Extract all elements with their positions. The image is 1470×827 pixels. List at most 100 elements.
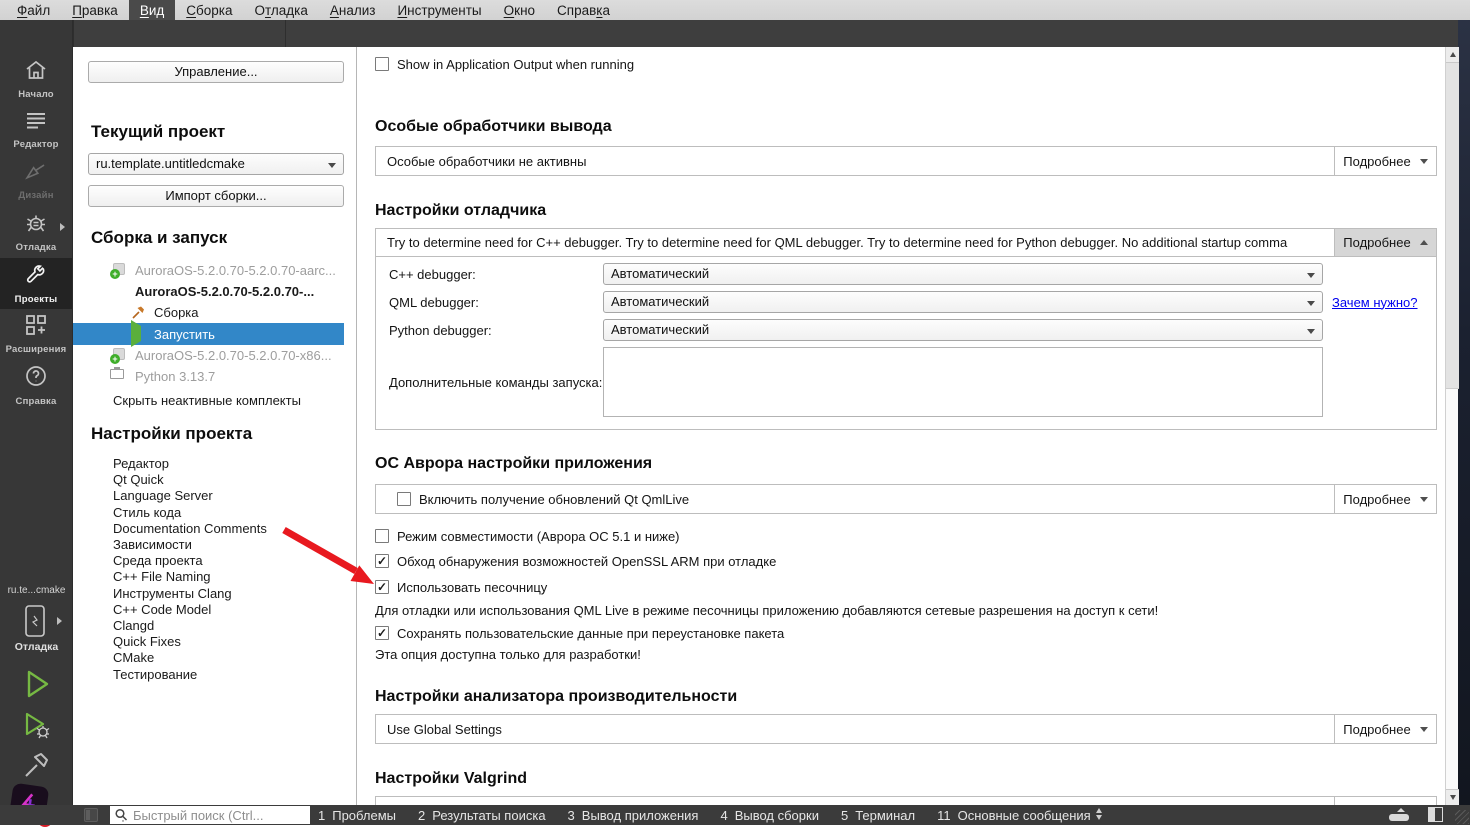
build-button[interactable] <box>20 748 54 784</box>
show-in-app-output-checkbox[interactable]: Show in Application Output when running <box>375 55 1437 73</box>
settings-item-quick-fixes[interactable]: Quick Fixes <box>113 634 356 650</box>
progress-bar-icon <box>1389 814 1409 821</box>
mode-extensions[interactable]: Расширения <box>0 309 72 360</box>
hammer-icon <box>22 752 52 780</box>
mode-label: Отладка <box>16 242 57 253</box>
toggle-sidebar-icon[interactable] <box>84 808 98 822</box>
settings-item-qtquick[interactable]: Qt Quick <box>113 472 356 488</box>
details-button[interactable]: Подробнее <box>1334 485 1436 513</box>
settings-item-code-model[interactable]: C++ Code Model <box>113 602 356 618</box>
output-pane-toggle-icon[interactable] <box>1428 807 1443 822</box>
python-debugger-combo[interactable]: Автоматический <box>603 319 1323 341</box>
chevron-right-icon[interactable] <box>60 223 65 231</box>
locator-search-box[interactable] <box>110 806 310 824</box>
qml-debugger-label: QML debugger: <box>376 295 603 310</box>
chevron-up-icon <box>1420 240 1428 245</box>
mode-welcome[interactable]: Начало <box>0 54 72 105</box>
search-icon <box>114 808 128 822</box>
pane-search-results[interactable]: 2Результаты поиска <box>418 808 546 823</box>
pane-general-messages[interactable]: 11Основные сообщения <box>937 808 1091 823</box>
menu-debug[interactable]: Отладка <box>243 0 318 20</box>
settings-item-testing[interactable]: Тестирование <box>113 667 356 683</box>
kit-build-item[interactable]: Сборка <box>73 302 356 323</box>
kit-run-item[interactable]: Запустить <box>73 323 344 345</box>
kit-row-active[interactable]: AuroraOS-5.2.0.70-5.2.0.70-... <box>73 281 356 302</box>
project-combo[interactable]: ru.template.untitledcmake <box>88 153 344 175</box>
why-needed-link[interactable]: Зачем нужно? <box>1332 295 1418 310</box>
mode-label: Начало <box>18 89 54 100</box>
manage-kits-button[interactable]: Управление... <box>88 61 344 83</box>
openssl-bypass-checkbox[interactable]: Обход обнаружения возможностей OpenSSL A… <box>375 552 1437 570</box>
pane-problems[interactable]: 1Проблемы <box>318 808 396 823</box>
keep-user-data-checkbox[interactable]: Сохранять пользовательские данные при пе… <box>375 624 1437 642</box>
compat-mode-checkbox[interactable]: Режим совместимости (Аврора ОС 5.1 и ниж… <box>375 527 1437 545</box>
hide-inactive-kits-link[interactable]: Скрыть неактивные комплекты <box>113 393 356 408</box>
settings-item-dependencies[interactable]: Зависимости <box>113 537 356 553</box>
mode-debug[interactable]: Отладка <box>0 207 72 258</box>
menu-edit[interactable]: Правка <box>61 0 129 20</box>
scrollbar-thumb[interactable] <box>1446 63 1459 389</box>
settings-item-clang-tools[interactable]: Инструменты Clang <box>113 586 356 602</box>
pane-application-output[interactable]: 3Вывод приложения <box>568 808 699 823</box>
toolbar-strip <box>0 20 1470 47</box>
vertical-scrollbar[interactable] <box>1445 47 1458 805</box>
checkbox-icon[interactable] <box>375 57 389 71</box>
settings-item-environment[interactable]: Среда проекта <box>113 553 356 569</box>
menu-help[interactable]: Справка <box>546 0 621 20</box>
menu-file[interactable]: Файл <box>6 0 61 20</box>
pane-compile-output[interactable]: 4Вывод сборки <box>720 808 819 823</box>
startup-commands-row: Дополнительные команды запуска: <box>376 347 1436 417</box>
settings-item-clangd[interactable]: Clangd <box>113 618 356 634</box>
checkbox-icon[interactable] <box>375 626 389 640</box>
details-button[interactable] <box>1334 797 1436 805</box>
chevron-right-icon[interactable] <box>57 617 62 625</box>
kit-row-aarch[interactable]: + AuroraOS-5.2.0.70-5.2.0.70-aarc... <box>73 260 356 281</box>
triangle-up-icon <box>1397 808 1405 812</box>
checkbox-label: Show in Application Output when running <box>397 57 634 72</box>
debugger-settings-title: Настройки отладчика <box>375 202 1437 220</box>
scroll-down-button[interactable] <box>1446 789 1459 805</box>
pane-terminal[interactable]: 5Терминал <box>841 808 915 823</box>
wrench-icon <box>23 262 49 291</box>
menu-window[interactable]: Окно <box>493 0 546 20</box>
settings-item-code-style[interactable]: Стиль кода <box>113 505 356 521</box>
menu-view[interactable]: Вид <box>129 0 175 20</box>
cpp-debugger-combo[interactable]: Автоматический <box>603 263 1323 285</box>
settings-item-cmake[interactable]: CMake <box>113 650 356 666</box>
search-input[interactable] <box>133 808 306 823</box>
settings-item-doc-comments[interactable]: Documentation Comments <box>113 521 356 537</box>
checkbox-icon[interactable] <box>375 580 389 594</box>
menu-tools[interactable]: Инструменты <box>386 0 492 20</box>
add-kit-icon: + <box>110 263 126 279</box>
menu-analyze[interactable]: Анализ <box>319 0 387 20</box>
menu-build[interactable]: Сборка <box>175 0 243 20</box>
details-button[interactable]: Подробнее <box>1334 715 1436 743</box>
pane-selector-arrows-icon[interactable] <box>1096 808 1102 820</box>
qml-debugger-combo[interactable]: Автоматический <box>603 291 1323 313</box>
settings-item-file-naming[interactable]: C++ File Naming <box>113 569 356 585</box>
kit-selector-button[interactable] <box>22 604 48 638</box>
mode-help[interactable]: Справка <box>0 360 72 411</box>
resize-grip[interactable] <box>1455 810 1469 824</box>
use-sandbox-checkbox[interactable]: Использовать песочницу <box>375 578 1437 596</box>
startup-commands-textarea[interactable] <box>603 347 1323 417</box>
checkbox-icon[interactable] <box>375 554 389 568</box>
build-progress-details-button[interactable] <box>1388 808 1412 822</box>
kit-row-python[interactable]: Python 3.13.7 <box>73 366 356 387</box>
scroll-up-button[interactable] <box>1446 47 1459 63</box>
mode-edit[interactable]: Редактор <box>0 105 72 156</box>
import-build-button[interactable]: Импорт сборки... <box>88 185 344 207</box>
settings-item-editor[interactable]: Редактор <box>113 456 356 472</box>
qmllive-checkbox-row[interactable]: Включить получение обновлений Qt QmlLive <box>387 490 1323 508</box>
mode-projects[interactable]: Проекты <box>0 258 72 309</box>
kit-row-x86[interactable]: + AuroraOS-5.2.0.70-5.2.0.70-x86... <box>73 345 356 366</box>
settings-item-language-server[interactable]: Language Server <box>113 488 356 504</box>
details-label: Подробнее <box>1343 492 1410 507</box>
chevron-down-icon <box>328 163 336 168</box>
checkbox-icon[interactable] <box>397 492 411 506</box>
checkbox-icon[interactable] <box>375 529 389 543</box>
debug-run-button[interactable] <box>20 708 54 744</box>
run-button[interactable] <box>20 666 54 702</box>
details-button[interactable]: Подробнее <box>1334 147 1436 175</box>
details-button[interactable]: Подробнее <box>1334 229 1436 256</box>
